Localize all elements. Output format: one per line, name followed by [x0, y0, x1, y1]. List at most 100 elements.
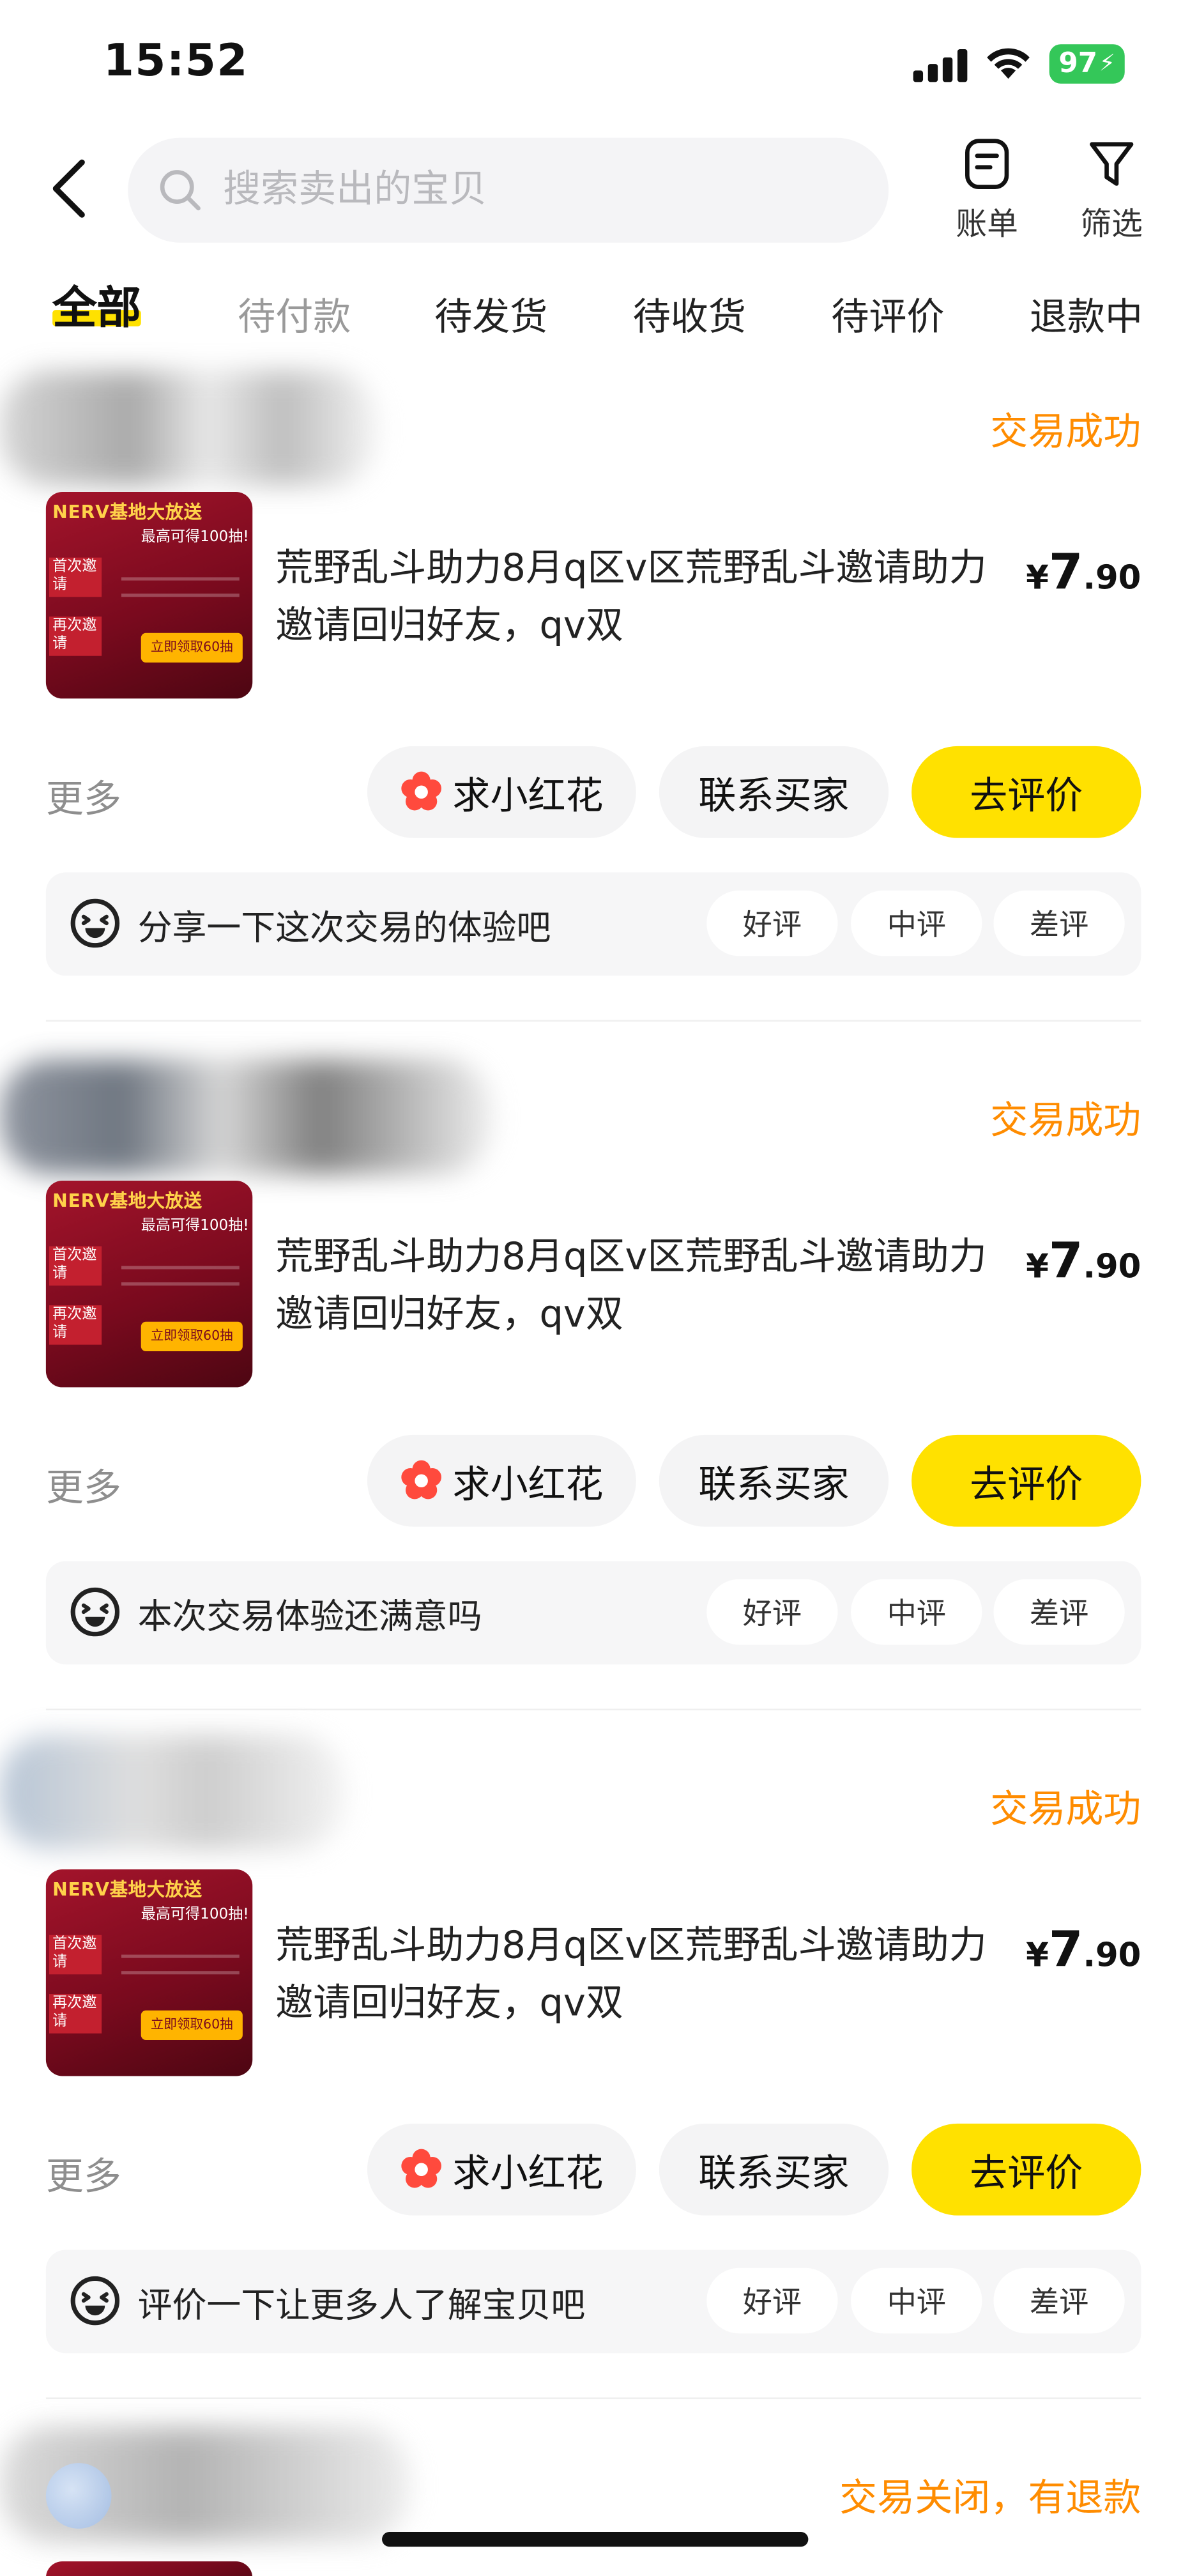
thumb-badge-again: 再次邀请 — [49, 1305, 102, 1345]
product-thumbnail[interactable]: NERV基地大放送 最高可得100抽! 首次邀请 再次邀请 立即领取60抽 — [45, 1181, 253, 1388]
thumb-badge-first: 首次邀请 — [49, 1935, 102, 1975]
app-screen: 15:52 97⚡ 账单 — [0, 0, 1190, 2576]
search-bar[interactable] — [128, 137, 889, 243]
order-status-tabs: 全部 待付款 待发货 待收货 待评价 退款中 — [0, 275, 1190, 354]
tab-pending-payment[interactable]: 待付款 — [238, 286, 351, 341]
order-status: 交易成功 — [990, 1100, 1141, 1143]
price-integer: 7 — [1048, 1233, 1083, 1291]
product-thumbnail[interactable] — [45, 2561, 253, 2576]
product-title[interactable]: 荒野乱斗助力8月q区v区荒野乱斗邀请助力邀请回归好友，qv双 — [275, 1230, 996, 1345]
neutral-review-button[interactable]: 中评 — [851, 890, 982, 956]
product-title[interactable]: 荒野乱斗助力8月q区v区荒野乱斗邀请助力邀请回归好友，qv双 — [275, 1919, 996, 2034]
order-card[interactable]: 交易关闭，有退款 — [0, 2420, 1190, 2576]
review-bar: 评价一下让更多人了解宝贝吧 好评 中评 差评 — [45, 2250, 1141, 2354]
go-review-button[interactable]: 去评价 — [912, 746, 1141, 838]
review-bar: 分享一下这次交易的体验吧 好评 中评 差评 — [45, 872, 1141, 976]
thumb-subtitle: 最高可得100抽! — [141, 1218, 249, 1235]
order-card[interactable]: 交易成功 NERV基地大放送 最高可得100抽! 首次邀请 再次邀请 立即领取6… — [0, 1043, 1190, 1731]
more-button[interactable]: 更多 — [46, 1456, 121, 1512]
price-integer: 7 — [1048, 544, 1083, 602]
order-status: 交易成功 — [990, 411, 1141, 454]
red-flower-icon — [401, 771, 441, 811]
thumb-text-line — [121, 577, 240, 581]
more-button[interactable]: 更多 — [46, 2145, 121, 2200]
thumb-claim-button: 立即领取60抽 — [141, 1321, 243, 1351]
product-price: ¥7.90 — [1026, 1233, 1141, 1291]
price-currency: ¥ — [1026, 557, 1049, 597]
thumb-badge-first: 首次邀请 — [49, 1246, 102, 1286]
thumb-headline: NERV基地大放送 — [52, 1190, 202, 1212]
product-title[interactable]: 荒野乱斗助力8月q区v区荒野乱斗邀请助力邀请回归好友，qv双 — [275, 541, 996, 656]
ask-flower-button[interactable]: 求小红花 — [367, 2123, 636, 2216]
order-status: 交易关闭，有退款 — [839, 2478, 1141, 2521]
thumb-badge-again: 再次邀请 — [49, 1994, 102, 2034]
status-bar: 15:52 97 ⚡ — [0, 0, 1190, 131]
thumb-badge-again: 再次邀请 — [49, 617, 102, 656]
more-button[interactable]: 更多 — [46, 767, 121, 823]
ask-flower-button[interactable]: 求小红花 — [367, 1434, 636, 1527]
go-review-button[interactable]: 去评价 — [912, 2123, 1141, 2216]
review-prompt: 评价一下让更多人了解宝贝吧 — [137, 2285, 586, 2326]
neutral-review-button[interactable]: 中评 — [851, 1579, 982, 1645]
card-divider — [45, 1020, 1141, 1022]
product-price: ¥7.90 — [1026, 1922, 1141, 1979]
price-decimal: .90 — [1083, 1246, 1141, 1286]
bad-review-button[interactable]: 差评 — [993, 2267, 1125, 2334]
buyer-info-blurred — [0, 1735, 345, 1850]
home-indicator — [382, 2531, 809, 2547]
ask-flower-label: 求小红花 — [452, 776, 604, 818]
charging-bolt-icon: ⚡ — [1099, 50, 1115, 77]
price-currency: ¥ — [1026, 1935, 1049, 1975]
card-divider — [45, 1708, 1141, 1711]
contact-buyer-button[interactable]: 联系买家 — [659, 2123, 889, 2216]
battery-level: 97 — [1058, 47, 1098, 80]
smile-face-icon — [70, 1587, 120, 1637]
battery-indicator: 97 ⚡ — [1049, 44, 1125, 84]
tab-pending-receipt[interactable]: 待收货 — [633, 286, 746, 341]
ask-flower-button[interactable]: 求小红花 — [367, 746, 636, 838]
assistant-bubble-icon[interactable] — [45, 2463, 112, 2529]
go-review-button[interactable]: 去评价 — [912, 1434, 1141, 1527]
product-price: ¥7.90 — [1026, 544, 1141, 602]
contact-buyer-button[interactable]: 联系买家 — [659, 746, 889, 838]
thumb-text-line — [121, 594, 240, 597]
red-flower-icon — [401, 1460, 441, 1499]
thumb-claim-button: 立即领取60抽 — [141, 632, 243, 663]
bill-label: 账单 — [956, 206, 1018, 243]
tab-refunding[interactable]: 退款中 — [1030, 286, 1143, 341]
tab-pending-review[interactable]: 待评价 — [831, 286, 944, 341]
thumb-text-line — [121, 1266, 240, 1269]
ask-flower-label: 求小红花 — [452, 2153, 604, 2196]
order-card[interactable]: 交易成功 NERV基地大放送 最高可得100抽! 首次邀请 再次邀请 立即领取6… — [0, 354, 1190, 1043]
good-review-button[interactable]: 好评 — [706, 890, 838, 956]
thumb-text-line — [121, 1954, 240, 1958]
buyer-info-blurred — [0, 371, 378, 486]
order-status: 交易成功 — [990, 1789, 1141, 1832]
product-thumbnail[interactable]: NERV基地大放送 最高可得100抽! 首次邀请 再次邀请 立即领取60抽 — [45, 492, 253, 699]
neutral-review-button[interactable]: 中评 — [851, 2267, 982, 2334]
review-bar: 本次交易体验还满意吗 好评 中评 差评 — [45, 1561, 1141, 1665]
back-arrow-icon[interactable] — [43, 156, 102, 222]
bill-button[interactable]: 账单 — [938, 138, 1036, 245]
review-prompt: 分享一下这次交易的体验吧 — [137, 908, 551, 948]
thumb-text-line — [121, 1282, 240, 1286]
good-review-button[interactable]: 好评 — [706, 2267, 838, 2334]
bill-icon — [965, 139, 1009, 189]
tab-pending-shipment[interactable]: 待发货 — [434, 286, 547, 341]
thumb-claim-button: 立即领取60抽 — [141, 2010, 243, 2040]
bad-review-button[interactable]: 差评 — [993, 1579, 1125, 1645]
tab-all[interactable]: 全部 — [52, 272, 141, 336]
filter-button[interactable]: 筛选 — [1062, 138, 1161, 245]
thumb-text-line — [121, 1971, 240, 1975]
contact-buyer-button[interactable]: 联系买家 — [659, 1434, 889, 1527]
price-currency: ¥ — [1026, 1246, 1049, 1286]
good-review-button[interactable]: 好评 — [706, 1579, 838, 1645]
review-prompt: 本次交易体验还满意吗 — [137, 1597, 482, 1637]
order-card[interactable]: 交易成功 NERV基地大放送 最高可得100抽! 首次邀请 再次邀请 立即领取6… — [0, 1731, 1190, 2420]
search-input[interactable] — [223, 169, 846, 212]
bad-review-button[interactable]: 差评 — [993, 890, 1125, 956]
product-thumbnail[interactable]: NERV基地大放送 最高可得100抽! 首次邀请 再次邀请 立即领取60抽 — [45, 1869, 253, 2076]
card-divider — [45, 2397, 1141, 2400]
thumb-subtitle: 最高可得100抽! — [141, 530, 249, 546]
status-time: 15:52 — [103, 36, 248, 88]
